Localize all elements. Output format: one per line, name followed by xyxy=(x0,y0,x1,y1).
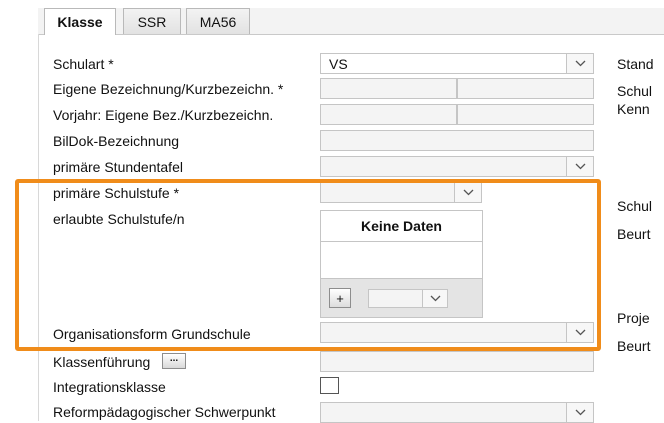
vorjahr-bezeichnung-input[interactable] xyxy=(320,104,457,125)
organisationsform-label: Organisationsform Grundschule xyxy=(53,326,251,342)
add-schulstufe-button[interactable]: + xyxy=(329,288,351,308)
chevron-down-icon[interactable] xyxy=(454,183,481,202)
chevron-down-icon[interactable] xyxy=(566,157,593,176)
right-label-beurt: Beurt xyxy=(617,226,651,242)
grid-toolbar: + xyxy=(321,278,482,317)
chevron-down-icon[interactable] xyxy=(566,323,593,342)
chevron-down-icon[interactable] xyxy=(566,403,593,422)
integrationsklasse-label: Integrationsklasse xyxy=(53,379,166,395)
erlaubte-schulstufen-label: erlaubte Schulstufe/n xyxy=(53,211,185,227)
ellipsis-icon: ... xyxy=(169,353,179,364)
reformpaedagogik-label: Reformpädagogischer Schwerpunkt xyxy=(53,404,276,420)
panel-left-border xyxy=(38,34,39,421)
schulstufe-label: primäre Schulstufe * xyxy=(53,185,180,201)
plus-icon: + xyxy=(336,290,344,306)
grid-empty-message: Keine Daten xyxy=(321,211,482,242)
schulstufe-add-select[interactable] xyxy=(368,289,448,308)
chevron-down-icon[interactable] xyxy=(566,54,593,73)
right-label-schul-2: Schul xyxy=(617,198,653,214)
right-label-kenn: Kenn xyxy=(617,101,650,117)
chevron-down-icon[interactable] xyxy=(422,290,447,307)
eigene-bezeichnung-label: Eigene Bezeichnung/Kurzbezeichn. * xyxy=(53,81,284,97)
tab-ma56[interactable]: MA56 xyxy=(186,8,250,34)
tab-klasse[interactable]: Klasse xyxy=(44,8,116,35)
right-label-schul: Schul xyxy=(617,83,653,99)
vorjahr-kurzbezeichnung-input[interactable] xyxy=(457,104,594,125)
right-label-stand: Stand xyxy=(617,56,654,72)
vorjahr-label: Vorjahr: Eigene Bez./Kurzbezeichn. xyxy=(53,107,274,123)
bildok-input[interactable] xyxy=(320,130,594,151)
eigene-bezeichnung-input[interactable] xyxy=(320,78,457,99)
organisationsform-select[interactable] xyxy=(320,322,594,343)
eigene-kurzbezeichnung-input[interactable] xyxy=(457,78,594,99)
erlaubte-schulstufen-grid: Keine Daten + xyxy=(320,210,483,318)
reformpaedagogik-select[interactable] xyxy=(320,402,594,423)
schulart-value: VS xyxy=(329,56,348,72)
right-label-beurt-2: Beurt xyxy=(617,338,651,354)
tab-ssr[interactable]: SSR xyxy=(123,8,181,34)
integrationsklasse-checkbox[interactable] xyxy=(320,377,339,394)
klassenfuehrung-lookup-button[interactable]: ... xyxy=(162,353,186,369)
klassenfuehrung-label: Klassenführung xyxy=(53,354,151,370)
bildok-label: BilDok-Bezeichnung xyxy=(53,133,180,149)
klassenfuehrung-input[interactable] xyxy=(320,351,594,372)
schulstufe-select[interactable] xyxy=(320,182,482,203)
schulart-select[interactable]: VS xyxy=(320,53,594,74)
stundentafel-select[interactable] xyxy=(320,156,594,177)
schulart-label: Schulart * xyxy=(53,56,114,72)
right-label-proje: Proje xyxy=(617,310,650,326)
stundentafel-label: primäre Stundentafel xyxy=(53,159,183,175)
